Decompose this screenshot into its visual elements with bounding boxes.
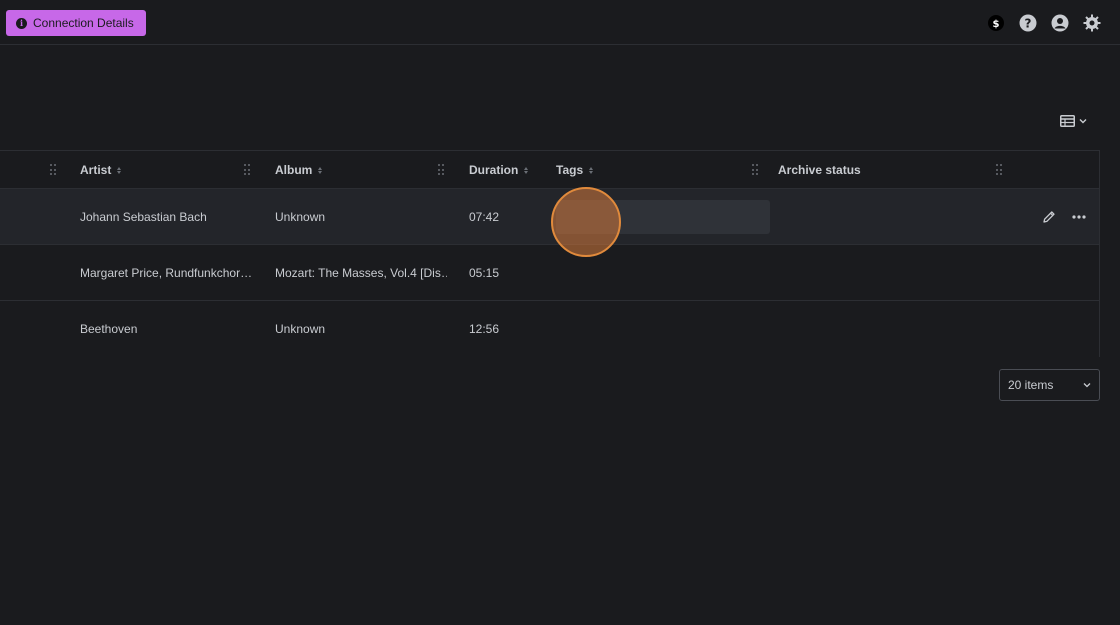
artist-cell: Johann Sebastian Bach <box>80 210 207 224</box>
sort-icon <box>318 166 323 174</box>
svg-text:?: ? <box>1025 17 1032 31</box>
table-row[interactable]: Johann Sebastian Bach Unknown 07:42 <box>0 189 1099 245</box>
top-icons: $ ? <box>986 13 1102 33</box>
row-actions <box>1041 209 1087 225</box>
connection-details-label: Connection Details <box>33 16 134 30</box>
artist-cell: Beethoven <box>80 322 138 336</box>
album-cell: Mozart: The Masses, Vol.4 [Dis… <box>275 266 447 280</box>
sort-icon <box>524 166 529 174</box>
duration-cell: 12:56 <box>469 322 500 336</box>
top-bar: i Connection Details $ ? <box>0 0 1120 45</box>
chevron-down-icon <box>1083 383 1091 388</box>
table-view-toggle[interactable] <box>1060 113 1092 129</box>
table-row[interactable]: Margaret Price, Rundfunkchor… Mozart: Th… <box>0 245 1099 301</box>
duration-cell: 07:42 <box>469 210 500 224</box>
page-size-label: 20 items <box>1008 378 1054 392</box>
column-header-label: Tags <box>556 163 584 177</box>
info-icon: i <box>16 17 27 29</box>
column-resize-handle[interactable] <box>752 164 758 176</box>
column-resize-handle[interactable] <box>996 164 1002 176</box>
column-header-label: Album <box>275 163 313 177</box>
help-icon[interactable]: ? <box>1018 13 1038 33</box>
duration-cell: 05:15 <box>469 266 500 280</box>
column-header-album[interactable]: Album <box>275 151 323 189</box>
column-header-archive-status[interactable]: Archive status <box>778 151 861 189</box>
column-header-label: Duration <box>469 163 519 177</box>
tags-input[interactable] <box>556 200 770 234</box>
column-resize-handle[interactable] <box>244 164 250 176</box>
column-header-duration[interactable]: Duration <box>469 151 529 189</box>
album-cell: Unknown <box>275 210 326 224</box>
column-header-label: Archive status <box>778 163 861 177</box>
account-icon[interactable] <box>1050 13 1070 33</box>
dollar-icon[interactable]: $ <box>986 13 1006 33</box>
settings-icon[interactable] <box>1082 13 1102 33</box>
edit-icon[interactable] <box>1041 209 1057 225</box>
artist-cell: Margaret Price, Rundfunkchor… <box>80 266 252 280</box>
column-resize-handle[interactable] <box>438 164 444 176</box>
table-icon <box>1060 115 1075 127</box>
connection-details-button[interactable]: i Connection Details <box>6 10 146 36</box>
sort-icon <box>117 166 122 174</box>
table-header: Artist Album Duration Tags Archive statu… <box>0 151 1099 189</box>
svg-text:$: $ <box>993 19 1000 30</box>
page-size-select[interactable]: 20 items <box>999 369 1100 401</box>
tracks-table: Artist Album Duration Tags Archive statu… <box>0 150 1100 357</box>
table-row[interactable]: Beethoven Unknown 12:56 <box>0 301 1099 357</box>
column-header-label: Artist <box>80 163 112 177</box>
sort-icon <box>589 166 594 174</box>
chevron-down-icon <box>1079 119 1087 124</box>
more-options-icon[interactable] <box>1071 209 1087 225</box>
column-header-tags[interactable]: Tags <box>556 151 594 189</box>
column-resize-handle[interactable] <box>50 164 56 176</box>
album-cell: Unknown <box>275 322 326 336</box>
column-header-artist[interactable]: Artist <box>80 151 122 189</box>
